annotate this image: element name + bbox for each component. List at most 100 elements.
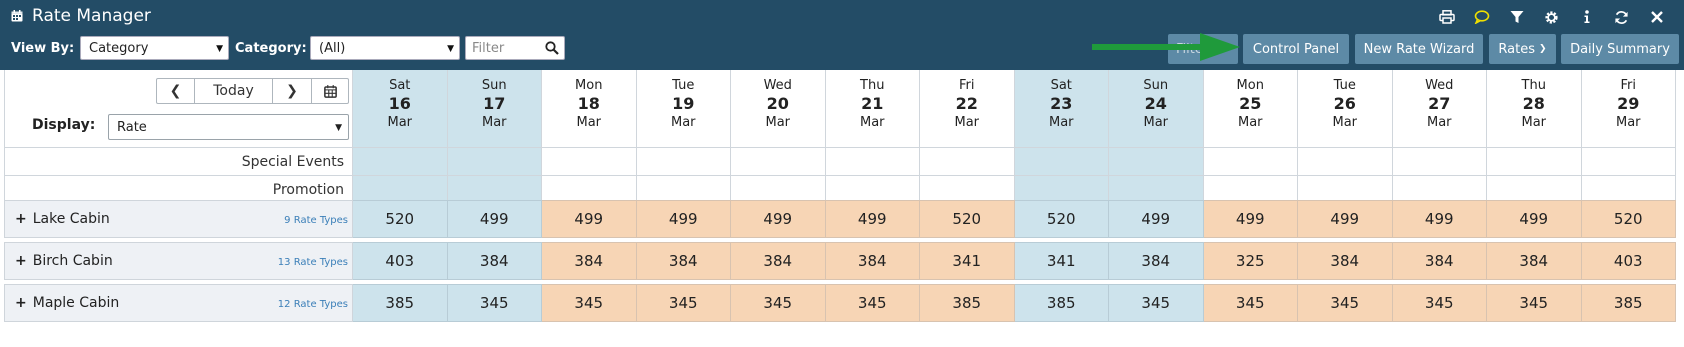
rate-cell[interactable]: 520 (1581, 200, 1676, 238)
date-column-header[interactable]: Tue 26 Mar (1298, 70, 1393, 148)
rate-cell[interactable]: 499 (447, 200, 542, 238)
date-column-header[interactable]: Mon 25 Mar (1203, 70, 1298, 148)
rate-cell[interactable]: 341 (920, 242, 1015, 280)
rate-cell[interactable]: 499 (731, 200, 826, 238)
date-column-header[interactable]: Tue 19 Mar (636, 70, 731, 148)
event-cell[interactable] (731, 148, 826, 176)
date-column-header[interactable]: Thu 28 Mar (1487, 70, 1582, 148)
rate-cell[interactable]: 499 (542, 200, 637, 238)
rate-cell[interactable]: 384 (1487, 242, 1582, 280)
rate-cell[interactable]: 520 (920, 200, 1015, 238)
daily-summary-button[interactable]: Daily Summary (1561, 34, 1679, 64)
rate-cell[interactable]: 345 (636, 284, 731, 322)
room-type-row-header[interactable]: + Birch Cabin 13 Rate Types (4, 242, 353, 280)
rate-cell[interactable]: 345 (825, 284, 920, 322)
rate-cell[interactable]: 499 (1109, 200, 1204, 238)
rate-cell[interactable]: 345 (731, 284, 826, 322)
category-select[interactable]: (All) ▼ (310, 36, 460, 60)
rate-cell[interactable]: 345 (542, 284, 637, 322)
calendar-icon (323, 84, 337, 98)
date-column-header[interactable]: Wed 20 Mar (731, 70, 826, 148)
rate-cell[interactable]: 345 (1109, 284, 1204, 322)
print-icon[interactable] (1429, 6, 1464, 28)
rate-cell[interactable]: 520 (353, 200, 448, 238)
event-cell[interactable] (920, 148, 1015, 176)
rate-cell[interactable]: 384 (636, 242, 731, 280)
rate-cell[interactable]: 345 (1487, 284, 1582, 322)
room-type-row-header[interactable]: + Lake Cabin 9 Rate Types (4, 200, 353, 238)
rate-cell[interactable]: 384 (1298, 242, 1393, 280)
rate-cell[interactable]: 345 (1298, 284, 1393, 322)
rate-cell[interactable]: 341 (1014, 242, 1109, 280)
date-column-header[interactable]: Sun 24 Mar (1109, 70, 1204, 148)
rate-cell[interactable]: 385 (1581, 284, 1676, 322)
event-cell[interactable] (1014, 148, 1109, 176)
filter-icon[interactable] (1499, 6, 1534, 28)
rate-cell[interactable]: 345 (1203, 284, 1298, 322)
close-icon[interactable] (1639, 6, 1674, 28)
info-icon[interactable] (1569, 6, 1604, 28)
event-cell[interactable] (353, 148, 448, 176)
gear-icon[interactable] (1534, 6, 1569, 28)
rate-cell[interactable]: 384 (542, 242, 637, 280)
filter-input[interactable]: Filter (465, 36, 565, 60)
event-cell[interactable] (1298, 148, 1393, 176)
event-cell[interactable] (825, 148, 920, 176)
expand-plus-icon[interactable]: + (15, 295, 27, 311)
date-column-header[interactable]: Thu 21 Mar (825, 70, 920, 148)
rates-dropdown-button[interactable]: Rates ❯ (1489, 34, 1556, 64)
refresh-icon[interactable] (1604, 6, 1639, 28)
rate-cell[interactable]: 385 (1014, 284, 1109, 322)
rate-cell[interactable]: 499 (636, 200, 731, 238)
prev-button[interactable]: ❮ (157, 79, 195, 103)
rate-cell[interactable]: 499 (1487, 200, 1582, 238)
room-type-row-header[interactable]: + Maple Cabin 12 Rate Types (4, 284, 353, 322)
rate-cell[interactable]: 345 (1392, 284, 1487, 322)
rate-types-link[interactable]: 9 Rate Types (284, 215, 348, 226)
rate-cell[interactable]: 403 (353, 242, 448, 280)
date-column-header[interactable]: Mon 18 Mar (542, 70, 637, 148)
rate-cell[interactable]: 384 (825, 242, 920, 280)
control-panel-button[interactable]: Control Panel (1243, 34, 1349, 64)
rate-cell[interactable]: 345 (447, 284, 542, 322)
event-cell[interactable] (1392, 148, 1487, 176)
view-by-select[interactable]: Category ▼ (80, 36, 229, 60)
rate-cell[interactable]: 499 (1392, 200, 1487, 238)
today-button[interactable]: Today (195, 79, 273, 103)
expand-plus-icon[interactable]: + (15, 211, 27, 227)
expand-plus-icon[interactable]: + (15, 253, 27, 269)
rate-cell[interactable]: 403 (1581, 242, 1676, 280)
day-of-week: Sun (1143, 78, 1169, 93)
rate-cell[interactable]: 384 (1109, 242, 1204, 280)
event-cell[interactable] (1487, 148, 1582, 176)
date-picker-button[interactable] (312, 79, 348, 103)
date-column-header[interactable]: Sun 17 Mar (447, 70, 542, 148)
next-button[interactable]: ❯ (273, 79, 312, 103)
rate-cell[interactable]: 385 (353, 284, 448, 322)
rate-types-link[interactable]: 12 Rate Types (278, 299, 348, 310)
display-select[interactable]: Rate ▼ (108, 114, 349, 140)
rate-cell[interactable]: 384 (731, 242, 826, 280)
rate-types-link[interactable]: 13 Rate Types (278, 257, 348, 268)
new-rate-wizard-button[interactable]: New Rate Wizard (1355, 34, 1483, 64)
rate-cell[interactable]: 520 (1014, 200, 1109, 238)
event-cell[interactable] (1203, 148, 1298, 176)
rate-cell[interactable]: 325 (1203, 242, 1298, 280)
event-cell[interactable] (447, 148, 542, 176)
date-column-header[interactable]: Wed 27 Mar (1392, 70, 1487, 148)
date-column-header[interactable]: Sat 16 Mar (353, 70, 448, 148)
event-cell[interactable] (636, 148, 731, 176)
event-cell[interactable] (1581, 148, 1676, 176)
rate-cell[interactable]: 499 (1298, 200, 1393, 238)
date-column-header[interactable]: Fri 22 Mar (920, 70, 1015, 148)
event-cell[interactable] (542, 148, 637, 176)
comment-icon[interactable] (1464, 6, 1499, 28)
event-cell[interactable] (1109, 148, 1204, 176)
rate-cell[interactable]: 385 (920, 284, 1015, 322)
date-column-header[interactable]: Sat 23 Mar (1014, 70, 1109, 148)
rate-cell[interactable]: 499 (1203, 200, 1298, 238)
rate-cell[interactable]: 384 (447, 242, 542, 280)
rate-cell[interactable]: 499 (825, 200, 920, 238)
date-column-header[interactable]: Fri 29 Mar (1581, 70, 1676, 148)
rate-cell[interactable]: 384 (1392, 242, 1487, 280)
